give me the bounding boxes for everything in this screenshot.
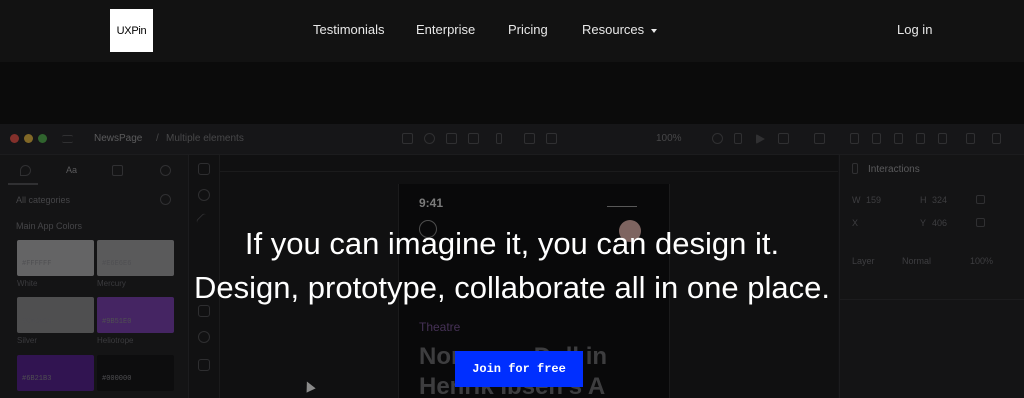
nav-resources-label: Resources (582, 22, 645, 37)
top-navigation: UXPin Testimonials Enterprise Pricing Re… (0, 0, 1024, 62)
uxpin-logo[interactable]: UXPin (110, 9, 153, 52)
hero-subheadline: Design, prototype, collaborate all in on… (194, 270, 830, 305)
nav-pricing[interactable]: Pricing (508, 22, 548, 37)
nav-resources[interactable]: Resources (582, 22, 658, 37)
join-for-free-button[interactable]: Join for free (455, 351, 583, 387)
hero-headline: If you can imagine it, you can design it… (244, 226, 780, 261)
login-link[interactable]: Log in (897, 22, 932, 37)
nav-enterprise[interactable]: Enterprise (416, 22, 475, 37)
nav-testimonials[interactable]: Testimonials (313, 22, 385, 37)
chevron-down-icon (651, 28, 658, 33)
